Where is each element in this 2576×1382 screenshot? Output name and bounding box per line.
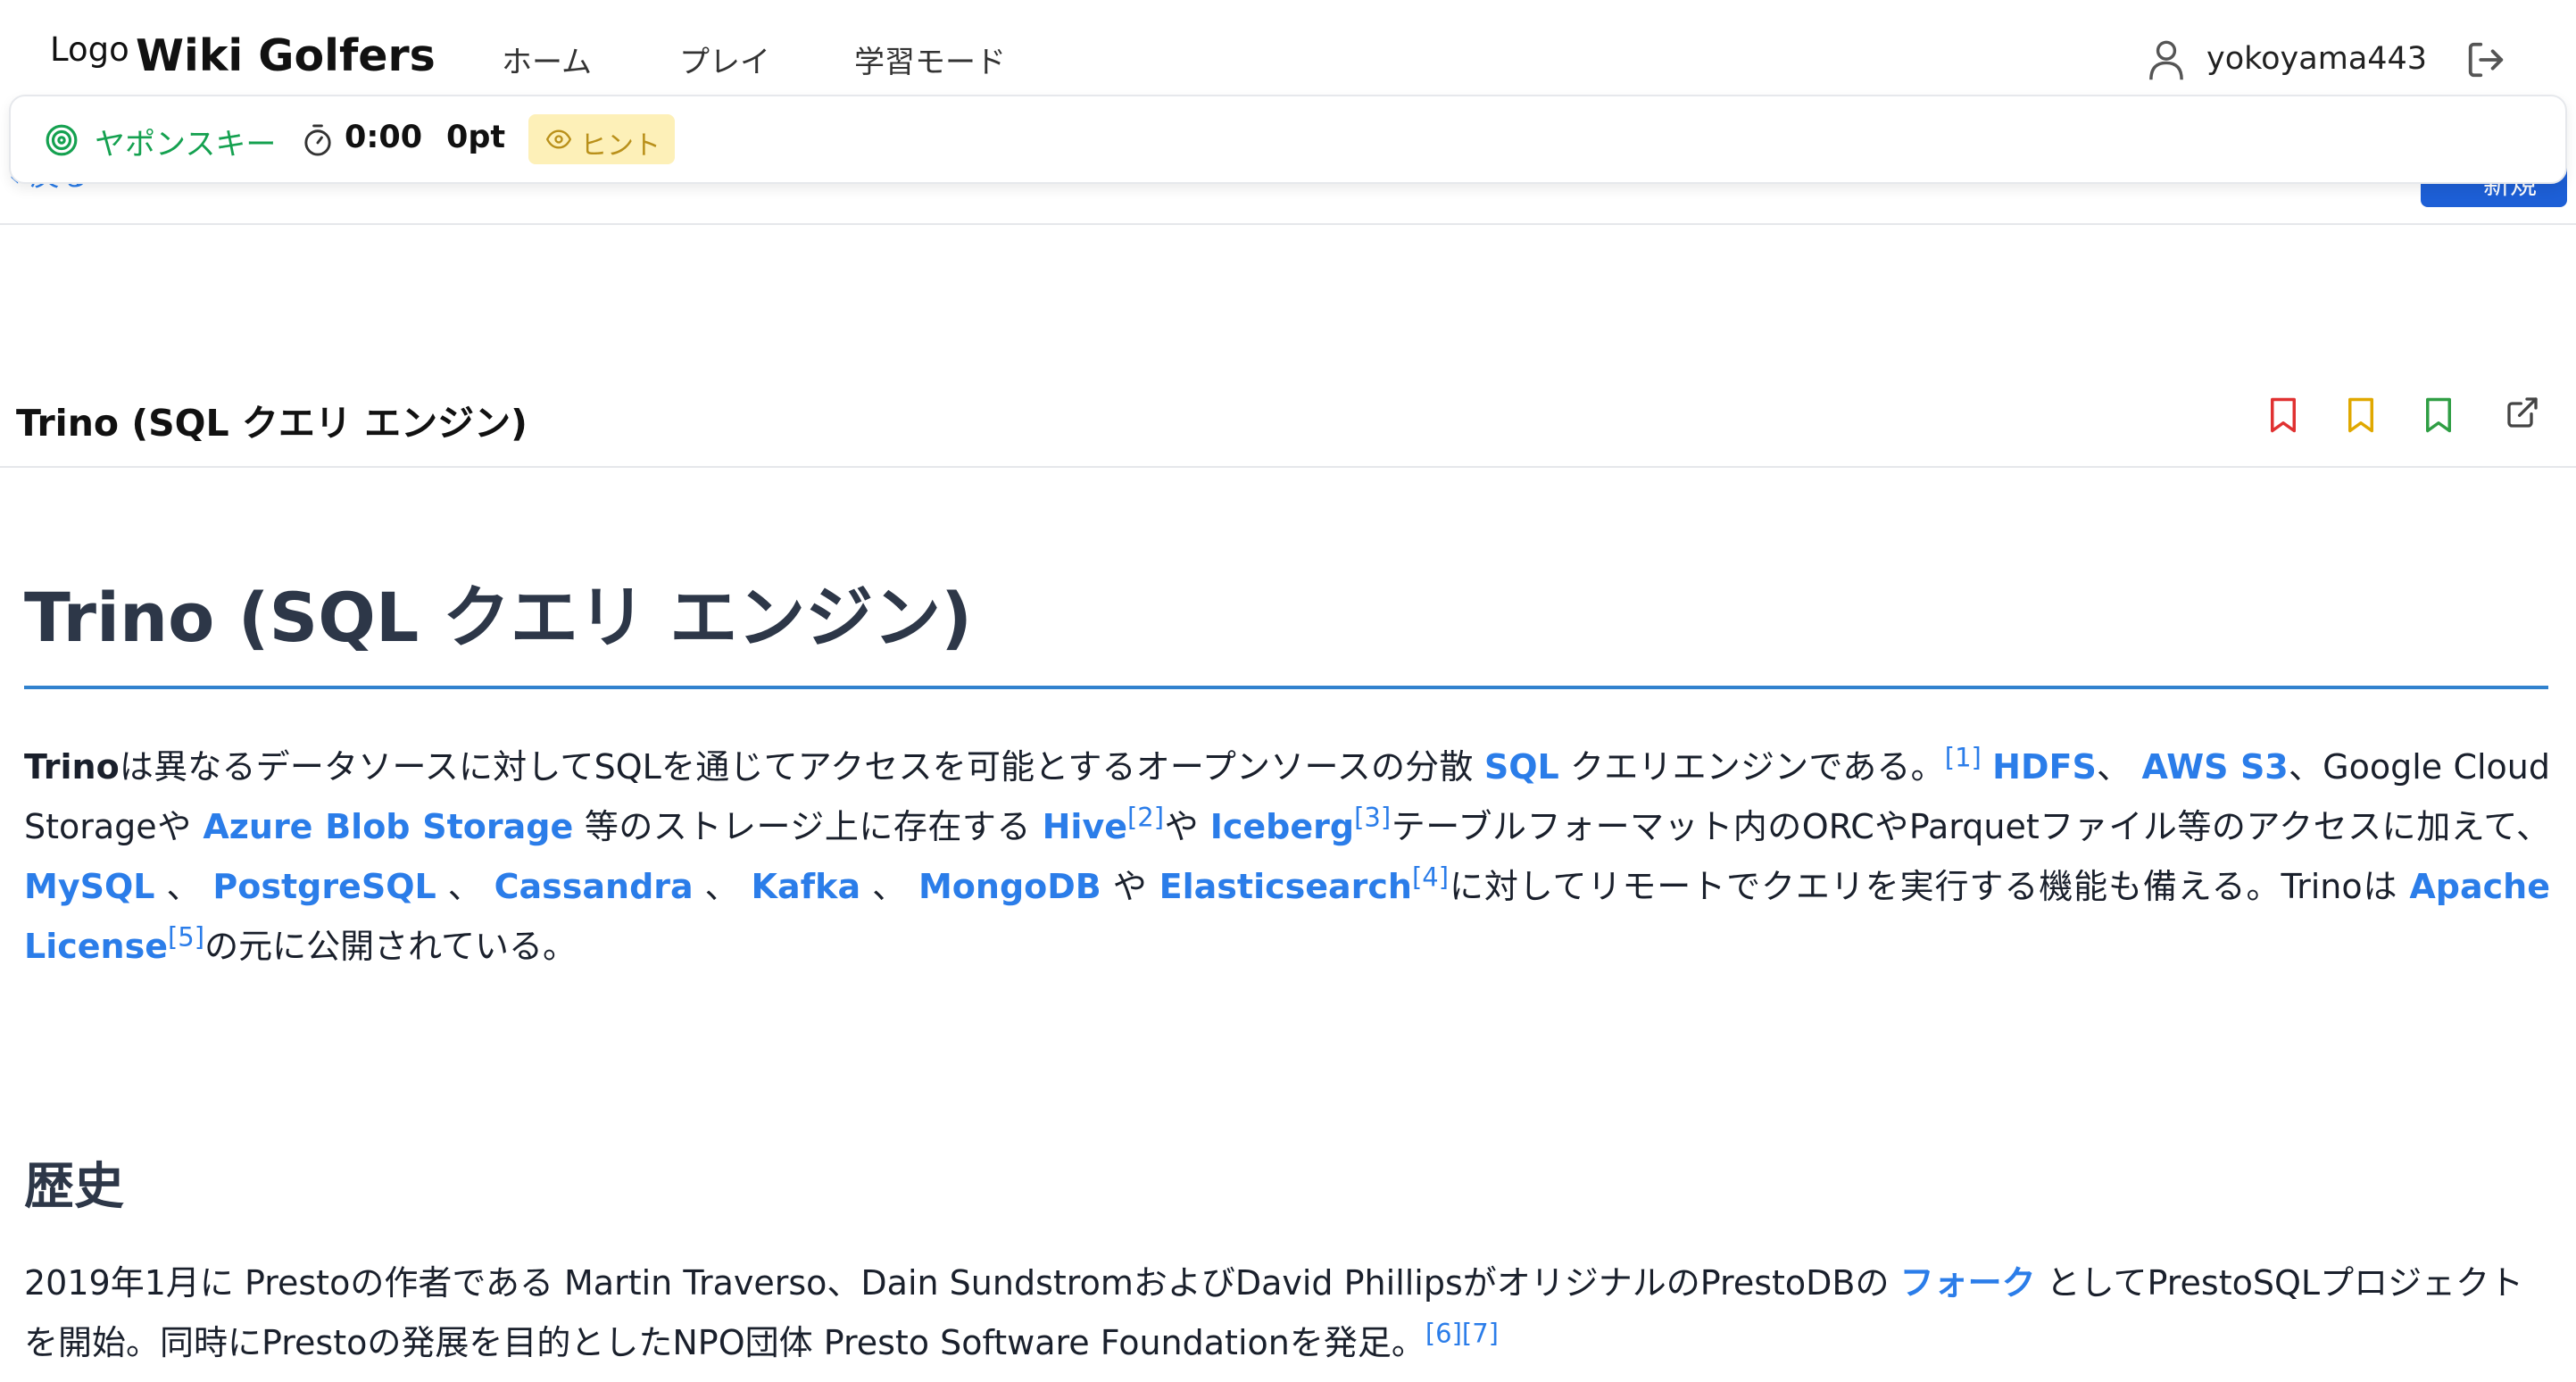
top-navbar: Logo Wiki Golfers ホーム プレイ 学習モード yokoyama… [0, 0, 2576, 105]
text: や [1101, 867, 1159, 906]
text: 等のストレージ上に存在する [573, 807, 1043, 846]
nav-play-link[interactable]: プレイ [679, 37, 770, 81]
target-article-label: ヤポンスキー [95, 127, 277, 162]
text: や [1164, 807, 1210, 846]
text: 、 [2096, 747, 2142, 787]
article-bar-title: Trino (SQL クエリ エンジン) [16, 402, 528, 445]
timer-icon [304, 124, 331, 156]
text: は異なるデータソースに対してSQLを通じてアクセスを可能とするオープンソースの分… [119, 747, 1484, 787]
score-display: 0pt [446, 120, 506, 155]
text: クエリエンジンである。 [1558, 747, 1945, 787]
nav-home-link[interactable]: ホーム [502, 37, 592, 81]
nav-learning-mode-link[interactable]: 学習モード [854, 37, 1006, 81]
link-iceberg[interactable]: Iceberg [1210, 807, 1354, 846]
hint-button-label: ヒント [580, 130, 661, 162]
term-trino: Trino [24, 747, 120, 787]
site-title[interactable]: Wiki Golfers [136, 30, 436, 81]
citation-5[interactable]: [5] [168, 921, 204, 952]
logo-image-placeholder[interactable]: Logo [50, 30, 129, 69]
text: 2019年1月に Prestoの作者である Martin Traverso、Da… [24, 1263, 1900, 1303]
eye-icon [546, 129, 571, 149]
text: に対してリモートでクエリを実行する機能も備える。Trinoは [1449, 867, 2410, 906]
citation-1[interactable]: [1] [1945, 742, 1982, 772]
bookmark-yellow-icon[interactable] [2345, 396, 2377, 434]
article-header-bar: Trino (SQL クエリ エンジン) [0, 366, 2576, 468]
section-heading-history: 歴史 [24, 1158, 124, 1216]
link-kafka[interactable]: Kafka [752, 867, 861, 906]
bookmark-red-icon[interactable] [2267, 396, 2299, 434]
link-aws-s3[interactable]: AWS S3 [2142, 747, 2289, 787]
text: 、 [436, 867, 494, 906]
link-mongodb[interactable]: MongoDB [918, 867, 1101, 906]
game-status-bar: ヤポンスキー 0:00 0pt ヒント [9, 95, 2567, 184]
external-link-icon[interactable] [2505, 395, 2540, 430]
logout-icon[interactable] [2465, 39, 2506, 80]
link-postgresql[interactable]: PostgreSQL [212, 867, 436, 906]
text: テーブルフォーマット内のORCやParquetファイル等のアクセスに加えて、 [1391, 807, 2550, 846]
citation-2[interactable]: [2] [1127, 802, 1164, 832]
bookmark-green-icon[interactable] [2422, 396, 2455, 434]
link-sql[interactable]: SQL [1484, 747, 1559, 787]
text: の元に公開されている。 [204, 927, 577, 966]
link-hdfs[interactable]: HDFS [1992, 747, 2097, 787]
link-hive[interactable]: Hive [1043, 807, 1127, 846]
article-title: Trino (SQL クエリ エンジン) [24, 578, 972, 657]
link-elasticsearch[interactable]: Elasticsearch [1159, 867, 1412, 906]
link-azure-blob-storage[interactable]: Azure Blob Storage [203, 807, 573, 846]
user-icon [2149, 40, 2183, 80]
link-cassandra[interactable]: Cassandra [494, 867, 694, 906]
text: 、 [860, 867, 918, 906]
target-icon [46, 124, 78, 156]
article-intro-paragraph: Trinoは異なるデータソースに対してSQLを通じてアクセスを可能とするオープン… [24, 737, 2550, 977]
link-mysql[interactable]: MySQL [24, 867, 154, 906]
title-divider [24, 686, 2548, 689]
link-fork[interactable]: フォーク [1900, 1263, 2036, 1303]
timer-display: 0:00 [345, 120, 423, 155]
hint-button[interactable]: ヒント [528, 114, 675, 164]
history-paragraph: 2019年1月に Prestoの作者である Martin Traverso、Da… [24, 1253, 2550, 1373]
citation-3[interactable]: [3] [1354, 802, 1391, 832]
text: 、 [154, 867, 213, 906]
citation-6-7[interactable]: [6][7] [1425, 1318, 1499, 1348]
username: yokoyama443 [2206, 41, 2428, 77]
text: 、 [693, 867, 752, 906]
citation-4[interactable]: [4] [1412, 862, 1449, 892]
